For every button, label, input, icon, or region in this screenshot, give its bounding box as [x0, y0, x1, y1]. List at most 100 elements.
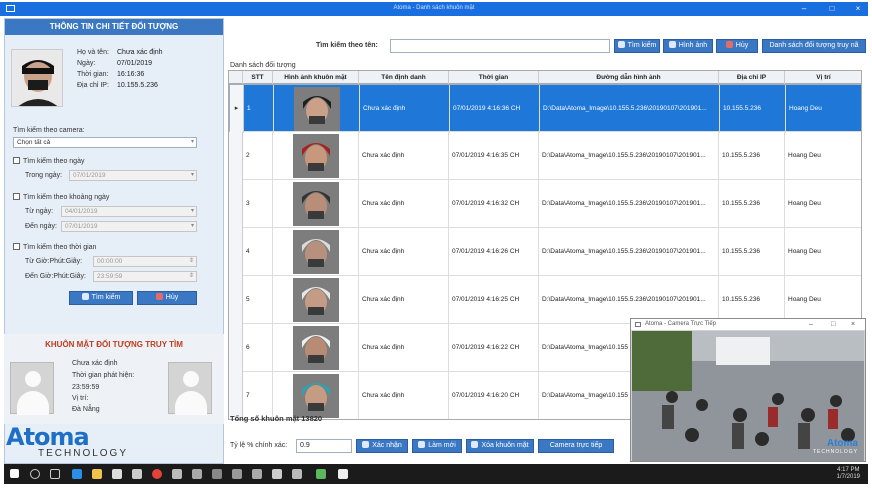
chevron-down-icon: ▾ [190, 208, 194, 214]
face-thumbnail[interactable] [293, 230, 339, 274]
row-selector[interactable] [229, 180, 243, 228]
by-day-checkbox[interactable]: Tìm kiếm theo ngày [13, 157, 84, 165]
live-camera-window[interactable]: Atoma - Camera Trực Tiếp – □ × Atoma TEC… [630, 318, 866, 462]
to-time-stepper[interactable]: 23:59:59 ⇕ [93, 271, 197, 282]
camera-select[interactable]: Chọn tất cả ▾ [13, 137, 197, 148]
store-icon[interactable] [112, 469, 122, 479]
header-face[interactable]: Hình ảnh khuôn mặt [273, 71, 359, 84]
clock-date: 1/7/2019 [836, 474, 860, 480]
row-selector[interactable] [229, 228, 243, 276]
file-explorer-icon[interactable] [92, 469, 102, 479]
task-view-icon[interactable] [50, 469, 60, 479]
header-path[interactable]: Đường dẫn hình ảnh [539, 71, 719, 84]
row-selector[interactable] [229, 132, 243, 180]
from-day-label: Từ ngày: [25, 208, 54, 215]
cell-face [274, 85, 360, 133]
image-button[interactable]: Hình ảnh [663, 39, 713, 53]
chrome-icon[interactable] [152, 469, 162, 479]
search-icon [81, 293, 89, 300]
by-time-checkbox[interactable]: Tìm kiếm theo thời gian [13, 243, 96, 251]
close-icon[interactable]: × [852, 4, 864, 14]
camera-maximize-icon[interactable]: □ [831, 319, 835, 330]
filter-search-button[interactable]: Tìm kiếm [69, 291, 133, 305]
table-row[interactable]: ▸ 1 Chưa xác định 07/01/2019 4:16:36 CH D:\D… [229, 84, 861, 133]
header-ip[interactable]: Địa chỉ IP [719, 71, 785, 84]
cell-stt: 5 [243, 276, 273, 324]
cell-name: Chưa xác định [359, 132, 449, 180]
search-button[interactable]: Tìm kiếm [614, 39, 660, 53]
subject-photo [11, 49, 63, 107]
delete-icon [471, 441, 479, 448]
mail-icon[interactable] [132, 469, 142, 479]
cell-ip: 10.155.5.236 [719, 180, 785, 228]
row-selector[interactable] [229, 372, 243, 419]
app-icon[interactable] [292, 469, 302, 479]
edge-icon[interactable] [72, 469, 82, 479]
face-thumbnail[interactable] [293, 182, 339, 226]
row-selector[interactable]: ▸ [230, 85, 244, 133]
live-camera-button[interactable]: Camera trực tiếp [538, 439, 614, 453]
window-title: Atoma - Danh sách khuôn mặt [393, 5, 475, 11]
cancel-search-button[interactable]: Hủy [716, 39, 758, 53]
face-thumbnail[interactable] [294, 87, 340, 131]
checkbox-icon [13, 243, 20, 250]
delete-face-button[interactable]: Xóa khuôn mặt [466, 439, 534, 453]
in-day-picker[interactable]: 07/01/2019 ▾ [69, 170, 197, 181]
name-search-input[interactable] [390, 39, 610, 53]
cell-face [273, 276, 359, 324]
table-title: Danh sách đối tượng [230, 62, 296, 69]
camera-close-icon[interactable]: × [851, 319, 855, 330]
from-time-stepper[interactable]: 00:00:00 ⇕ [93, 256, 197, 267]
app-icon[interactable] [192, 469, 202, 479]
refresh-button[interactable]: Làm mới [412, 439, 462, 453]
wanted-list-button[interactable]: Danh sách đối tượng truy nã [762, 39, 866, 53]
row-selector[interactable] [229, 276, 243, 324]
total-faces: Tổng số khuôn mặt 13820 [230, 414, 323, 423]
maximize-icon[interactable]: □ [826, 4, 838, 14]
header-time[interactable]: Thời gian [449, 71, 539, 84]
face-thumbnail[interactable] [293, 278, 339, 322]
windows-start-icon[interactable] [10, 469, 19, 478]
app-icon[interactable] [272, 469, 282, 479]
app-icon[interactable] [172, 469, 182, 479]
cell-ip: 10.155.5.236 [719, 228, 785, 276]
spin-icon: ⇕ [188, 273, 194, 279]
app-icon[interactable] [232, 469, 242, 479]
app-icon[interactable] [338, 469, 348, 479]
from-day-picker[interactable]: 04/01/2019 ▾ [61, 206, 197, 217]
app-icon[interactable] [252, 469, 262, 479]
clock-time: 4:17 PM [837, 467, 860, 473]
minimize-icon[interactable]: – [798, 4, 810, 14]
camera-window-title: Atoma - Camera Trực Tiếp [645, 321, 717, 327]
filter-cancel-button[interactable]: Hủy [137, 291, 197, 305]
table-row[interactable]: 5 Chưa xác định 07/01/2019 4:16:25 CH D:\Da… [229, 276, 861, 324]
filter-cancel-label: Hủy [165, 294, 179, 301]
taskbar: 4:17 PM 1/7/2019 [4, 464, 868, 484]
taskbar-clock[interactable]: 4:17 PM 1/7/2019 [837, 467, 860, 481]
app-icon[interactable] [212, 469, 222, 479]
face-thumbnail[interactable] [293, 134, 339, 178]
confirm-button[interactable]: Xác nhận [356, 439, 408, 453]
cell-name: Chưa xác định [359, 180, 449, 228]
face-thumbnail[interactable] [293, 326, 339, 370]
camera-watermark-brand: Atoma [826, 438, 858, 449]
cell-stt: 4 [243, 228, 273, 276]
to-day-picker[interactable]: 07/01/2019 ▾ [61, 221, 197, 232]
row-selector[interactable] [229, 324, 243, 372]
wanted-found-label: Thời gian phát hiện: [72, 372, 135, 379]
table-row[interactable]: 2 Chưa xác định 07/01/2019 4:16:35 CH D:\Da… [229, 132, 861, 180]
search-icon[interactable] [30, 469, 40, 479]
header-stt[interactable]: STT [243, 71, 273, 84]
camera-watermark-sub: TECHNOLOGY [812, 449, 858, 455]
table-row[interactable]: 4 Chưa xác định 07/01/2019 4:16:26 CH D:\Da… [229, 228, 861, 276]
header-name[interactable]: Tên định danh [359, 71, 449, 84]
chevron-down-icon: ▾ [190, 172, 194, 178]
by-range-checkbox[interactable]: Tìm kiếm theo khoảng ngày [13, 193, 109, 201]
logo-text: Atoma [6, 423, 90, 451]
face-thumbnail[interactable] [293, 374, 339, 418]
header-location[interactable]: Vị trí [785, 71, 861, 84]
camera-minimize-icon[interactable]: – [809, 319, 813, 330]
table-row[interactable]: 3 Chưa xác định 07/01/2019 4:16:32 CH D:\Da… [229, 180, 861, 228]
ratio-input[interactable]: 0.9 [296, 439, 352, 453]
app-icon[interactable] [316, 469, 326, 479]
